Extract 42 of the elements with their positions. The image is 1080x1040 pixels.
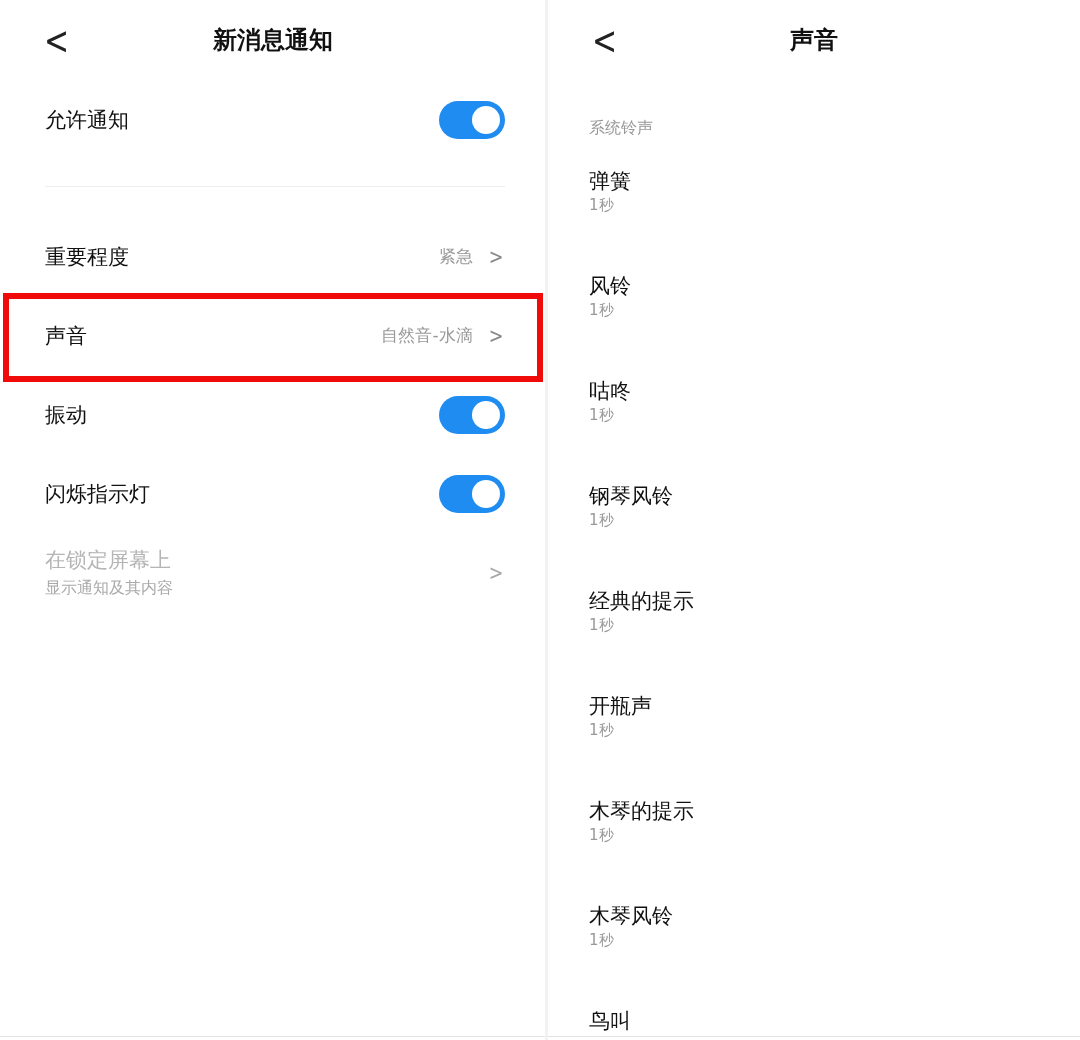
ringtone-name[interactable]: 木琴风铃: [589, 903, 1080, 929]
row-value: 紧急: [438, 245, 473, 268]
settings-row[interactable]: 闪烁指示灯: [0, 454, 545, 533]
row-value: 自然音-水滴: [381, 324, 473, 347]
ringtone-duration: 1秒: [589, 930, 615, 951]
back-button[interactable]: <: [588, 17, 622, 63]
ringtone-duration: 1秒: [589, 300, 615, 321]
row-subtitle: 显示通知及其内容: [45, 578, 174, 599]
row-label: 重要程度: [45, 243, 130, 271]
chevron-icon: >: [488, 323, 504, 348]
toggle-switch[interactable]: [439, 100, 505, 139]
ringtone-name[interactable]: 弹簧: [589, 168, 1080, 194]
row-label: 声音: [45, 322, 88, 350]
ringtone-name[interactable]: 开瓶声: [589, 693, 1080, 719]
row-label: 闪烁指示灯: [45, 480, 151, 508]
ringtone-name[interactable]: 咕咚: [589, 378, 1080, 404]
settings-row[interactable]: 允许通知: [0, 80, 545, 159]
ringtone-duration: 1秒: [589, 195, 615, 216]
toggle-switch[interactable]: [439, 395, 505, 434]
ringtone-duration: 1秒: [589, 510, 615, 531]
chevron-icon: >: [488, 244, 504, 269]
ringtone-duration: 1秒: [589, 825, 615, 846]
ringtone-name[interactable]: 木琴的提示: [589, 798, 1080, 824]
back-button[interactable]: <: [40, 17, 74, 63]
ringtone-duration: 1秒: [589, 615, 615, 636]
row-label: 振动: [45, 401, 88, 429]
ringtone-name[interactable]: 鸟叫: [589, 1008, 1080, 1034]
settings-row[interactable]: 声音 自然音-水滴 >: [0, 296, 545, 375]
ringtone-duration: 1秒: [589, 405, 615, 426]
chevron-icon: >: [488, 560, 504, 585]
section-label: 系统铃声: [588, 117, 654, 139]
toggle-switch[interactable]: [439, 474, 505, 513]
ringtone-name[interactable]: 经典的提示: [589, 588, 1080, 614]
ringtone-duration: 1秒: [589, 720, 615, 741]
settings-row[interactable]: 重要程度 紧急 >: [0, 217, 545, 296]
ringtone-name[interactable]: 风铃: [589, 273, 1080, 299]
screen-title: 新消息通知: [212, 25, 333, 56]
screen-title: 声音: [790, 25, 838, 56]
settings-row[interactable]: 振动: [0, 375, 545, 454]
row-label: 允许通知: [45, 106, 130, 134]
ringtone-name[interactable]: 钢琴风铃: [589, 483, 1080, 509]
row-label: 在锁定屏幕上: [45, 547, 172, 574]
